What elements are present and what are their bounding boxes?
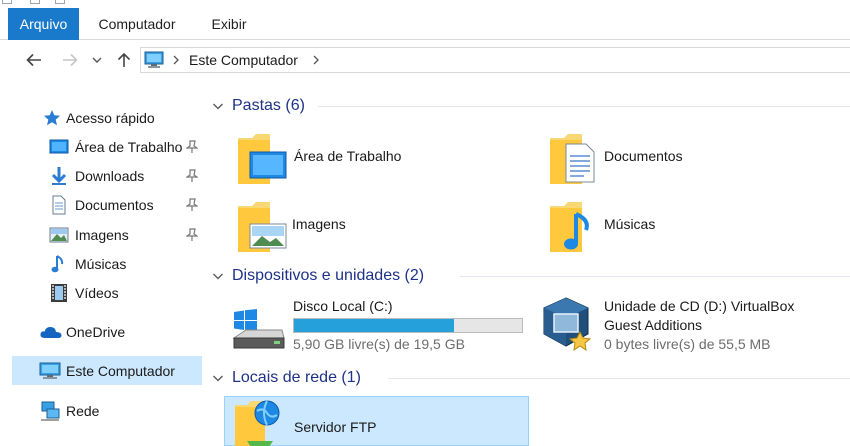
windows-drive-icon bbox=[232, 309, 285, 349]
folder-label: Documentos bbox=[604, 148, 683, 164]
group-title: Pastas (6) bbox=[232, 97, 305, 114]
folder-label: Músicas bbox=[604, 216, 656, 232]
title-bar bbox=[0, 0, 850, 8]
music-folder-icon bbox=[550, 202, 589, 252]
folder-documentos[interactable]: Documentos bbox=[544, 128, 844, 188]
folder-musicas[interactable]: Músicas bbox=[544, 196, 844, 256]
drive-name: Unidade de CD (D:) VirtualBox bbox=[604, 298, 795, 314]
group-divider bbox=[318, 106, 850, 107]
computer-icon bbox=[144, 51, 164, 68]
tab-computador[interactable]: Computador bbox=[84, 8, 190, 40]
folder-label: Imagens bbox=[292, 216, 346, 232]
chevron-down-icon bbox=[213, 273, 223, 280]
chevron-right-icon[interactable] bbox=[172, 55, 180, 65]
group-title: Dispositivos e unidades (2) bbox=[232, 267, 425, 284]
recent-locations-button[interactable] bbox=[88, 48, 106, 72]
drive-usage-bar bbox=[293, 318, 523, 333]
virtualbox-cd-icon bbox=[543, 297, 592, 352]
chevron-right-icon[interactable] bbox=[312, 55, 320, 65]
sidebar-item-documentos[interactable]: Documentos bbox=[12, 190, 202, 219]
tab-exibir[interactable]: Exibir bbox=[196, 8, 262, 40]
sidebar-item-label: Documentos bbox=[75, 196, 154, 213]
music-note-icon bbox=[49, 254, 69, 274]
group-divider bbox=[388, 378, 850, 379]
sidebar-item-rede[interactable]: Rede bbox=[12, 396, 202, 425]
sidebar-item-musicas[interactable]: Músicas bbox=[12, 249, 202, 278]
sidebar-item-downloads[interactable]: Downloads bbox=[12, 161, 202, 190]
network-location-servidor-ftp[interactable]: Servidor FTP bbox=[224, 396, 529, 446]
sidebar-item-label: OneDrive bbox=[66, 323, 126, 340]
quick-access-toolbar-icon[interactable] bbox=[55, 0, 65, 4]
sidebar-item-onedrive[interactable]: OneDrive bbox=[12, 317, 202, 346]
cloud-icon bbox=[39, 322, 63, 342]
drive-free-space: 0 bytes livre(s) de 55,5 MB bbox=[604, 336, 771, 352]
folder-label: Área de Trabalho bbox=[294, 148, 402, 164]
arrow-left-icon bbox=[26, 53, 41, 67]
network-location-label: Servidor FTP bbox=[294, 419, 377, 435]
drive-name-line2: Guest Additions bbox=[604, 317, 703, 333]
star-icon bbox=[42, 108, 62, 128]
chevron-down-icon bbox=[213, 375, 223, 382]
sidebar-item-acesso-rapido[interactable]: Acesso rápido bbox=[12, 103, 202, 132]
network-folder-icon bbox=[235, 400, 280, 446]
pin-icon[interactable] bbox=[186, 168, 198, 183]
sidebar-item-label: Este Computador bbox=[66, 362, 175, 379]
film-icon bbox=[49, 283, 69, 303]
image-icon bbox=[49, 225, 69, 245]
sidebar-item-label: Área de Trabalho bbox=[75, 138, 183, 155]
desktop-icon bbox=[49, 137, 69, 157]
group-header-locais-de-rede[interactable]: Locais de rede (1) bbox=[212, 366, 361, 390]
pin-icon[interactable] bbox=[186, 139, 198, 154]
pin-icon[interactable] bbox=[186, 227, 198, 242]
sidebar-item-este-computador[interactable]: Este Computador bbox=[12, 356, 202, 385]
sidebar-item-label: Downloads bbox=[75, 167, 145, 184]
network-icon bbox=[39, 401, 61, 421]
document-icon bbox=[49, 195, 69, 215]
back-button[interactable] bbox=[22, 48, 46, 72]
address-path[interactable]: Este Computador bbox=[189, 50, 298, 70]
documents-folder-icon bbox=[550, 134, 595, 184]
drive-usage-fill bbox=[294, 319, 454, 332]
ribbon-tabs: Arquivo Computador Exibir bbox=[0, 8, 850, 40]
group-header-dispositivos[interactable]: Dispositivos e unidades (2) bbox=[212, 264, 424, 288]
sidebar-item-area-de-trabalho[interactable]: Área de Trabalho bbox=[12, 132, 202, 161]
drive-name: Disco Local (C:) bbox=[293, 298, 393, 314]
arrow-right-icon bbox=[63, 53, 78, 67]
pictures-folder-icon bbox=[238, 202, 287, 252]
sidebar-item-label: Músicas bbox=[75, 255, 127, 272]
chevron-down-icon bbox=[213, 103, 223, 110]
drive-cd-virtualbox[interactable]: Unidade de CD (D:) VirtualBox Guest Addi… bbox=[540, 294, 845, 356]
sidebar-item-videos[interactable]: Vídeos bbox=[12, 278, 202, 307]
tab-arquivo[interactable]: Arquivo bbox=[8, 8, 79, 40]
up-button[interactable] bbox=[112, 48, 136, 72]
pin-icon[interactable] bbox=[186, 197, 198, 212]
forward-button[interactable] bbox=[58, 48, 82, 72]
arrow-up-icon bbox=[117, 52, 131, 67]
sidebar-item-label: Imagens bbox=[75, 226, 129, 243]
sidebar-item-label: Vídeos bbox=[75, 284, 119, 301]
computer-icon bbox=[39, 361, 61, 381]
group-divider bbox=[460, 276, 850, 277]
sidebar-item-label: Rede bbox=[66, 402, 100, 419]
chevron-down-icon bbox=[92, 57, 102, 63]
sidebar-item-label: Acesso rápido bbox=[66, 109, 155, 126]
quick-access-toolbar-icon[interactable] bbox=[30, 0, 40, 4]
quick-access-toolbar-icon[interactable] bbox=[2, 0, 12, 4]
folder-area-de-trabalho[interactable]: Área de Trabalho bbox=[232, 128, 532, 188]
download-arrow-icon bbox=[49, 166, 69, 186]
folder-imagens[interactable]: Imagens bbox=[232, 196, 532, 256]
sidebar-item-imagens[interactable]: Imagens bbox=[12, 220, 202, 249]
drive-free-space: 5,90 GB livre(s) de 19,5 GB bbox=[293, 336, 465, 352]
desktop-folder-icon bbox=[238, 134, 287, 184]
group-title: Locais de rede (1) bbox=[232, 369, 361, 386]
group-header-pastas[interactable]: Pastas (6) bbox=[212, 94, 305, 118]
